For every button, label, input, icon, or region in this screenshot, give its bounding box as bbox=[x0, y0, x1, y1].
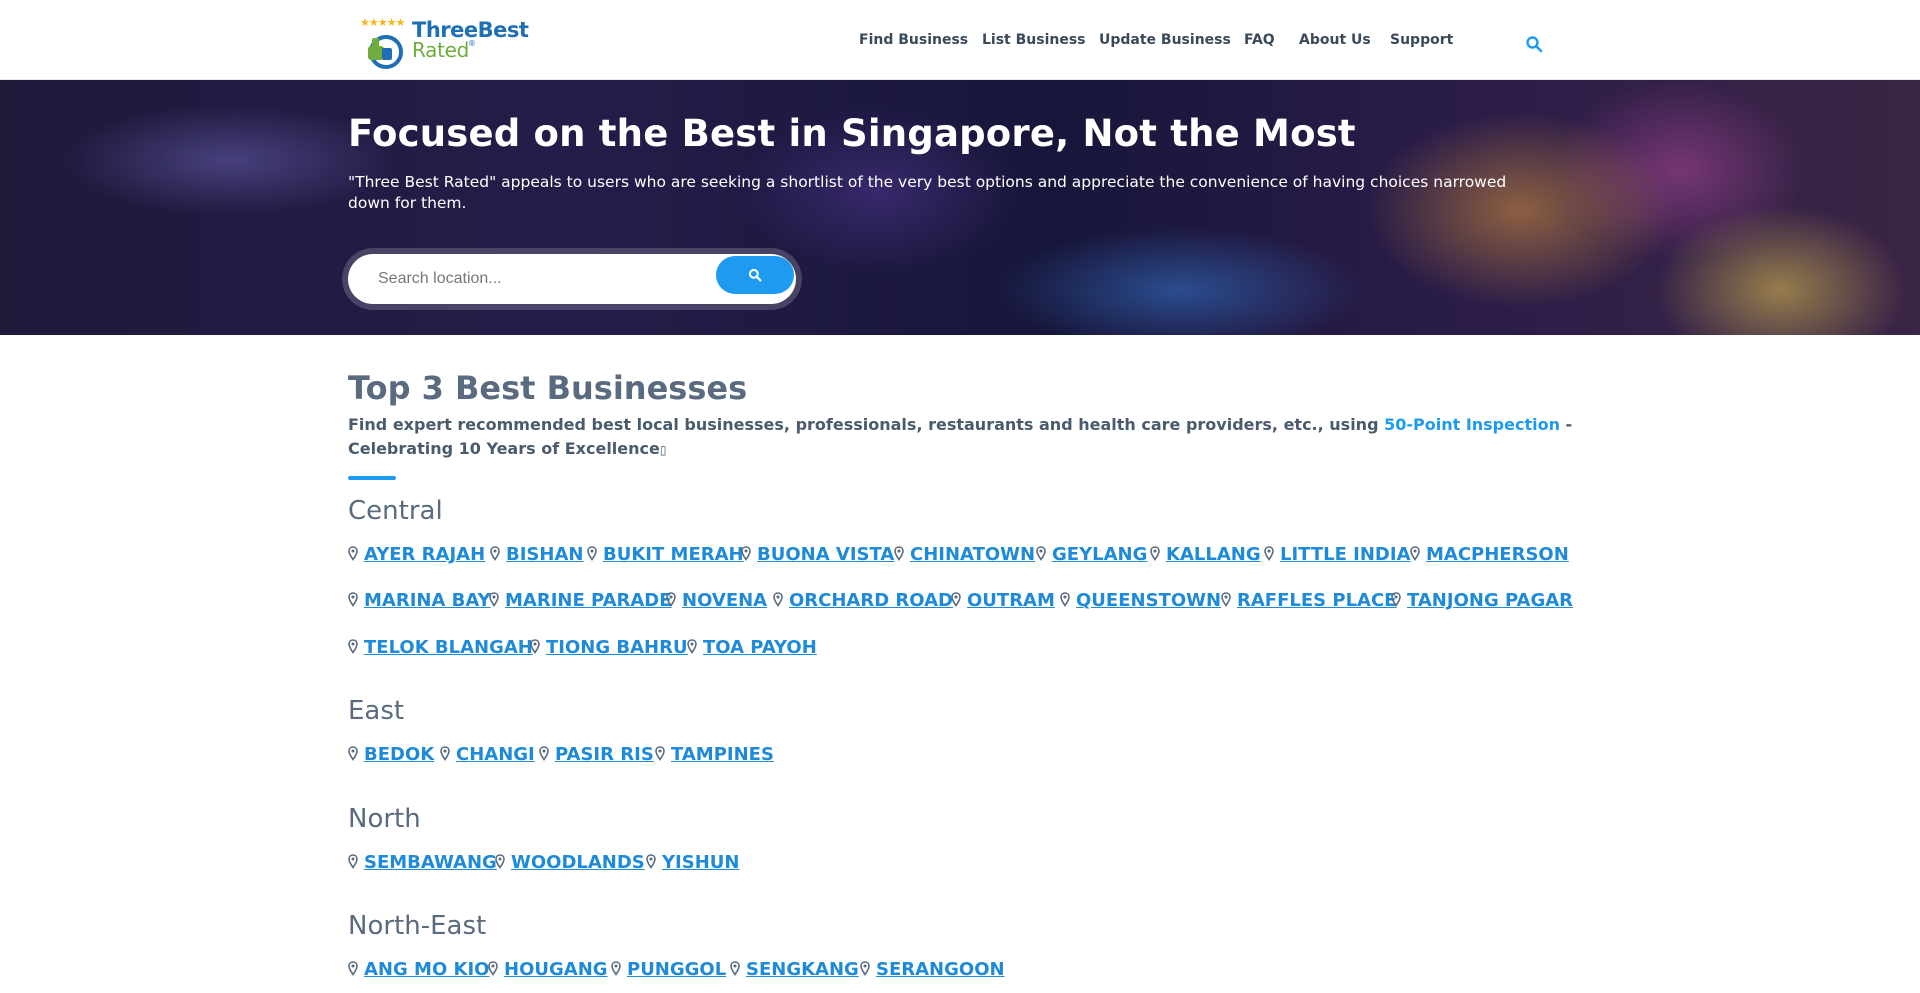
title-underline bbox=[348, 476, 396, 480]
location-link[interactable]: LITTLE INDIA bbox=[1264, 544, 1411, 565]
map-marker-icon bbox=[1264, 546, 1274, 561]
location-link[interactable]: NOVENA bbox=[666, 590, 767, 611]
map-marker-icon bbox=[1150, 546, 1160, 561]
description-trail-glyph: ▯ bbox=[659, 443, 667, 457]
location-link[interactable]: MACPHERSON bbox=[1410, 544, 1569, 565]
map-marker-icon bbox=[655, 746, 665, 761]
map-marker-icon bbox=[440, 746, 450, 761]
location-link[interactable]: GEYLANG bbox=[1036, 544, 1147, 565]
location-link[interactable]: BISHAN bbox=[490, 544, 583, 565]
map-marker-icon bbox=[894, 546, 904, 561]
location-search-button[interactable] bbox=[716, 256, 794, 294]
map-marker-icon bbox=[488, 961, 498, 976]
region-heading-north-east: North-East bbox=[348, 911, 487, 941]
map-marker-icon bbox=[348, 639, 358, 654]
map-marker-icon bbox=[587, 546, 597, 561]
location-link[interactable]: CHINATOWN bbox=[894, 544, 1035, 565]
location-search-box bbox=[342, 248, 802, 310]
map-marker-icon bbox=[490, 546, 500, 561]
map-marker-icon bbox=[348, 546, 358, 561]
region-heading-central: Central bbox=[348, 496, 443, 526]
location-link[interactable]: TELOK BLANGAH bbox=[348, 637, 533, 658]
location-link[interactable]: MARINA BAY bbox=[348, 590, 491, 611]
location-link[interactable]: BEDOK bbox=[348, 744, 434, 765]
map-marker-icon bbox=[530, 639, 540, 654]
location-link[interactable]: CHANGI bbox=[440, 744, 535, 765]
map-marker-icon bbox=[1410, 546, 1420, 561]
hero-title: Focused on the Best in Singapore, Not th… bbox=[348, 112, 1356, 155]
location-link[interactable]: TAMPINES bbox=[655, 744, 774, 765]
location-link[interactable]: MARINE PARADE bbox=[489, 590, 672, 611]
location-link[interactable]: SERANGOON bbox=[860, 959, 1005, 980]
location-link[interactable]: QUEENSTOWN bbox=[1060, 590, 1221, 611]
map-marker-icon bbox=[1221, 592, 1231, 607]
map-marker-icon bbox=[348, 854, 358, 869]
location-link[interactable]: KALLANG bbox=[1150, 544, 1261, 565]
location-link[interactable]: BUKIT MERAH bbox=[587, 544, 744, 565]
map-marker-icon bbox=[489, 592, 499, 607]
nav-update-business[interactable]: Update Business bbox=[1099, 32, 1231, 48]
map-marker-icon bbox=[1060, 592, 1070, 607]
logo-text-rated: Rated bbox=[412, 38, 470, 62]
location-link[interactable]: ANG MO KIO bbox=[348, 959, 489, 980]
site-logo[interactable]: ★★★★★ ThreeBest Rated ® bbox=[360, 16, 529, 70]
search-icon bbox=[748, 268, 762, 282]
map-marker-icon bbox=[348, 592, 358, 607]
nav-support[interactable]: Support bbox=[1390, 32, 1453, 48]
map-marker-icon bbox=[666, 592, 676, 607]
location-search-input[interactable] bbox=[378, 267, 698, 291]
description-text: Find expert recommended best local busin… bbox=[348, 415, 1385, 434]
location-link[interactable]: AYER RAJAH bbox=[348, 544, 485, 565]
map-marker-icon bbox=[773, 592, 783, 607]
rating-stars-icon: ★★★★★ bbox=[360, 16, 405, 29]
location-link[interactable]: TIONG BAHRU bbox=[530, 637, 688, 658]
map-marker-icon bbox=[951, 592, 961, 607]
location-link[interactable]: YISHUN bbox=[646, 852, 739, 873]
region-heading-north: North bbox=[348, 804, 421, 834]
nav-list-business[interactable]: List Business bbox=[982, 32, 1086, 48]
section-description: Find expert recommended best local busin… bbox=[348, 413, 1588, 462]
map-marker-icon bbox=[539, 746, 549, 761]
map-marker-icon bbox=[646, 854, 656, 869]
nav-find-business[interactable]: Find Business bbox=[859, 32, 968, 48]
map-marker-icon bbox=[741, 546, 751, 561]
location-link[interactable]: TOA PAYOH bbox=[687, 637, 817, 658]
top-navbar: ★★★★★ ThreeBest Rated ® Find Business Li… bbox=[0, 0, 1920, 80]
region-heading-east: East bbox=[348, 696, 405, 726]
map-marker-icon bbox=[730, 961, 740, 976]
location-link[interactable]: SEMBAWANG bbox=[348, 852, 497, 873]
map-marker-icon bbox=[1036, 546, 1046, 561]
location-link[interactable]: PUNGGOL bbox=[611, 959, 726, 980]
map-marker-icon bbox=[687, 639, 697, 654]
location-link[interactable]: ORCHARD ROAD bbox=[773, 590, 953, 611]
location-link[interactable]: WOODLANDS bbox=[495, 852, 645, 873]
location-link[interactable]: PASIR RIS bbox=[539, 744, 654, 765]
map-marker-icon bbox=[611, 961, 621, 976]
map-marker-icon bbox=[1391, 592, 1401, 607]
section-title: Top 3 Best Businesses bbox=[348, 369, 748, 407]
location-link[interactable]: OUTRAM bbox=[951, 590, 1055, 611]
logo-registered-mark: ® bbox=[468, 39, 476, 48]
map-marker-icon bbox=[348, 961, 358, 976]
location-link[interactable]: HOUGANG bbox=[488, 959, 608, 980]
nav-faq[interactable]: FAQ bbox=[1244, 32, 1275, 48]
hero-subtitle: "Three Best Rated" appeals to users who … bbox=[348, 173, 1507, 212]
nav-about-us[interactable]: About Us bbox=[1299, 32, 1371, 48]
thumbs-up-logo-icon bbox=[368, 35, 403, 69]
location-link[interactable]: SENGKANG bbox=[730, 959, 859, 980]
location-link[interactable]: TANJONG PAGAR bbox=[1391, 590, 1573, 611]
inspection-link[interactable]: 50-Point Inspection bbox=[1384, 415, 1560, 434]
map-marker-icon bbox=[860, 961, 870, 976]
map-marker-icon bbox=[348, 746, 358, 761]
location-link[interactable]: RAFFLES PLACE bbox=[1221, 590, 1396, 611]
search-icon[interactable] bbox=[1525, 35, 1543, 53]
map-marker-icon bbox=[495, 854, 505, 869]
location-link[interactable]: BUONA VISTA bbox=[741, 544, 894, 565]
